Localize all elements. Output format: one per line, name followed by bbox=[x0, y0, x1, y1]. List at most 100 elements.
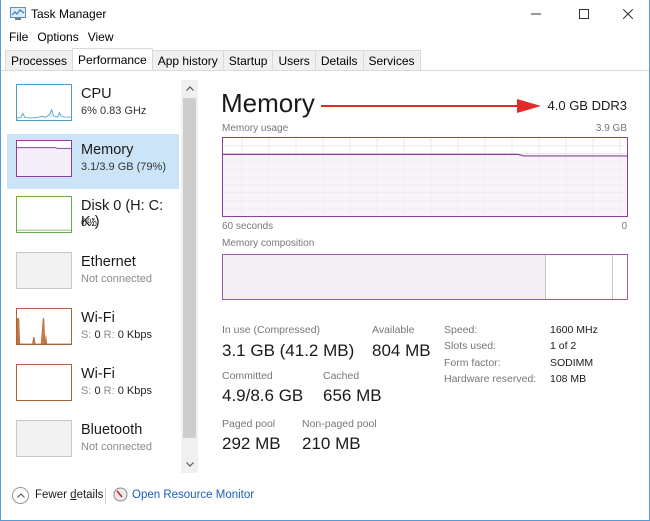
tab-services[interactable]: Services bbox=[362, 50, 421, 70]
maximize-button[interactable] bbox=[561, 0, 607, 28]
menu-view[interactable]: View bbox=[85, 28, 120, 48]
receive-value: 0 Kbps bbox=[117, 385, 152, 397]
task-manager-window: Task Manager File Options View Processes… bbox=[0, 0, 650, 521]
usage-max: 3.9 GB bbox=[595, 123, 627, 134]
footer: Fewer details Open Resource Monitor bbox=[1, 482, 649, 510]
slots-label: Slots used: bbox=[444, 340, 496, 352]
fewer-details-link[interactable]: Fewer details bbox=[35, 489, 103, 501]
usage-label: Memory usage bbox=[222, 123, 289, 134]
available-label: Available bbox=[372, 324, 415, 336]
sidebar-item-subtitle: 6% 0.83 GHz bbox=[81, 105, 147, 117]
tab-strip: Processes Performance App history Startu… bbox=[5, 48, 421, 70]
tab-processes[interactable]: Processes bbox=[5, 50, 74, 70]
minimize-button[interactable] bbox=[513, 0, 559, 28]
composition-standby bbox=[546, 255, 613, 299]
send-value: 0 bbox=[94, 385, 101, 397]
sidebar-scrollbar[interactable] bbox=[181, 80, 198, 473]
tab-app-history[interactable]: App history bbox=[151, 50, 224, 70]
fewer-details-text-b: etails bbox=[76, 489, 104, 501]
receive-label: R: bbox=[103, 329, 115, 341]
hardware-reserved-value: 108 MB bbox=[550, 373, 587, 385]
sidebar-item-wifi-2[interactable]: Wi-Fi S: 0 R: 0 Kbps bbox=[7, 358, 179, 413]
composition-label: Memory composition bbox=[222, 238, 315, 249]
sidebar-item-subtitle: S: 0 R: 0 Kbps bbox=[81, 385, 152, 397]
cpu-graph-icon bbox=[16, 84, 72, 121]
sidebar-item-bluetooth[interactable]: Bluetooth Not connected bbox=[7, 414, 179, 469]
annotation-arrow-icon bbox=[321, 99, 541, 113]
sidebar-item-memory[interactable]: Memory 3.1/3.9 GB (79%) bbox=[7, 134, 179, 189]
usage-area bbox=[223, 154, 627, 216]
sidebar-item-title: Ethernet bbox=[81, 254, 136, 270]
paged-pool-label: Paged pool bbox=[222, 418, 276, 430]
send-value: 0 bbox=[94, 329, 101, 341]
task-manager-app-icon bbox=[10, 7, 26, 20]
open-resource-monitor-link[interactable]: Open Resource Monitor bbox=[132, 489, 254, 501]
disk-graph-icon bbox=[16, 196, 72, 233]
window-title: Task Manager bbox=[31, 7, 107, 21]
form-factor-label: Form factor: bbox=[444, 357, 501, 369]
send-label: S: bbox=[81, 385, 92, 397]
wifi-graph-icon bbox=[16, 364, 72, 401]
hardware-reserved-label: Hardware reserved: bbox=[444, 373, 537, 385]
send-label: S: bbox=[81, 329, 92, 341]
scroll-thumb[interactable] bbox=[183, 98, 196, 438]
cached-label: Cached bbox=[323, 370, 360, 382]
receive-label: R: bbox=[103, 385, 115, 397]
sidebar-item-subtitle: S: 0 R: 0 Kbps bbox=[81, 329, 152, 341]
sidebar-item-subtitle: Not connected bbox=[81, 273, 152, 285]
scroll-up-button[interactable] bbox=[181, 80, 198, 97]
time-axis-start: 60 seconds bbox=[222, 221, 274, 232]
sidebar-item-title: Wi-Fi bbox=[81, 366, 115, 382]
tab-performance[interactable]: Performance bbox=[72, 48, 153, 70]
memory-composition-bar bbox=[222, 254, 628, 300]
bluetooth-graph-icon bbox=[16, 420, 72, 457]
tab-divider bbox=[1, 70, 649, 71]
sidebar-item-title: Wi-Fi bbox=[81, 310, 115, 326]
menu-options[interactable]: Options bbox=[34, 28, 84, 48]
sidebar-item-disk[interactable]: Disk 0 (H: C: K:) 0% bbox=[7, 190, 179, 245]
cached-value: 656 MB bbox=[323, 386, 382, 405]
memory-usage-graph bbox=[222, 137, 628, 217]
page-title: Memory bbox=[221, 88, 315, 118]
form-factor-value: SODIMM bbox=[550, 357, 594, 369]
speed-value: 1600 MHz bbox=[550, 324, 598, 336]
chevron-up-icon bbox=[16, 493, 25, 498]
close-button[interactable] bbox=[605, 0, 650, 28]
fewer-details-text-a: Fewer bbox=[35, 489, 71, 501]
menu-bar: File Options View bbox=[1, 28, 649, 48]
title-bar[interactable]: Task Manager bbox=[1, 0, 649, 28]
time-axis-end: 0 bbox=[621, 221, 627, 232]
sidebar-item-title: Memory bbox=[81, 142, 134, 158]
tab-users[interactable]: Users bbox=[272, 50, 316, 70]
fewer-details-button[interactable] bbox=[12, 487, 29, 504]
committed-label: Committed bbox=[222, 370, 273, 382]
composition-free bbox=[612, 255, 627, 299]
sidebar-item-ethernet[interactable]: Ethernet Not connected bbox=[7, 246, 179, 301]
resource-sidebar: CPU 6% 0.83 GHz Memory 3.1/3.9 GB (79%) … bbox=[7, 78, 179, 473]
close-icon bbox=[623, 9, 633, 19]
memory-panel: Memory 4.0 GB DDR3 Memory usage 3.9 GB 6… bbox=[213, 78, 643, 478]
sidebar-item-wifi-1[interactable]: Wi-Fi S: 0 R: 0 Kbps bbox=[7, 302, 179, 357]
available-value: 804 MB bbox=[372, 341, 431, 360]
in-use-value: 3.1 GB (41.2 MB) bbox=[222, 341, 355, 360]
composition-in-use bbox=[223, 255, 547, 299]
sidebar-item-subtitle: Not connected bbox=[81, 441, 152, 453]
chevron-down-icon bbox=[185, 462, 194, 467]
sidebar-item-cpu[interactable]: CPU 6% 0.83 GHz bbox=[7, 78, 179, 133]
nonpaged-pool-label: Non-paged pool bbox=[302, 418, 377, 430]
menu-file[interactable]: File bbox=[1, 28, 34, 48]
paged-pool-value: 292 MB bbox=[222, 434, 281, 453]
scroll-down-button[interactable] bbox=[181, 456, 198, 473]
committed-value: 4.9/8.6 GB bbox=[222, 386, 304, 405]
footer-divider bbox=[105, 488, 106, 504]
in-use-label: In use (Compressed) bbox=[222, 324, 321, 336]
sidebar-item-title: Bluetooth bbox=[81, 422, 143, 438]
tab-details[interactable]: Details bbox=[314, 50, 364, 70]
memory-spec: 4.0 GB DDR3 bbox=[547, 98, 627, 113]
nonpaged-pool-value: 210 MB bbox=[302, 434, 361, 453]
receive-value: 0 Kbps bbox=[117, 329, 152, 341]
tab-startup[interactable]: Startup bbox=[222, 50, 274, 70]
memory-graph-icon bbox=[16, 140, 72, 177]
minimize-icon bbox=[531, 13, 541, 15]
ethernet-graph-icon bbox=[16, 252, 72, 289]
